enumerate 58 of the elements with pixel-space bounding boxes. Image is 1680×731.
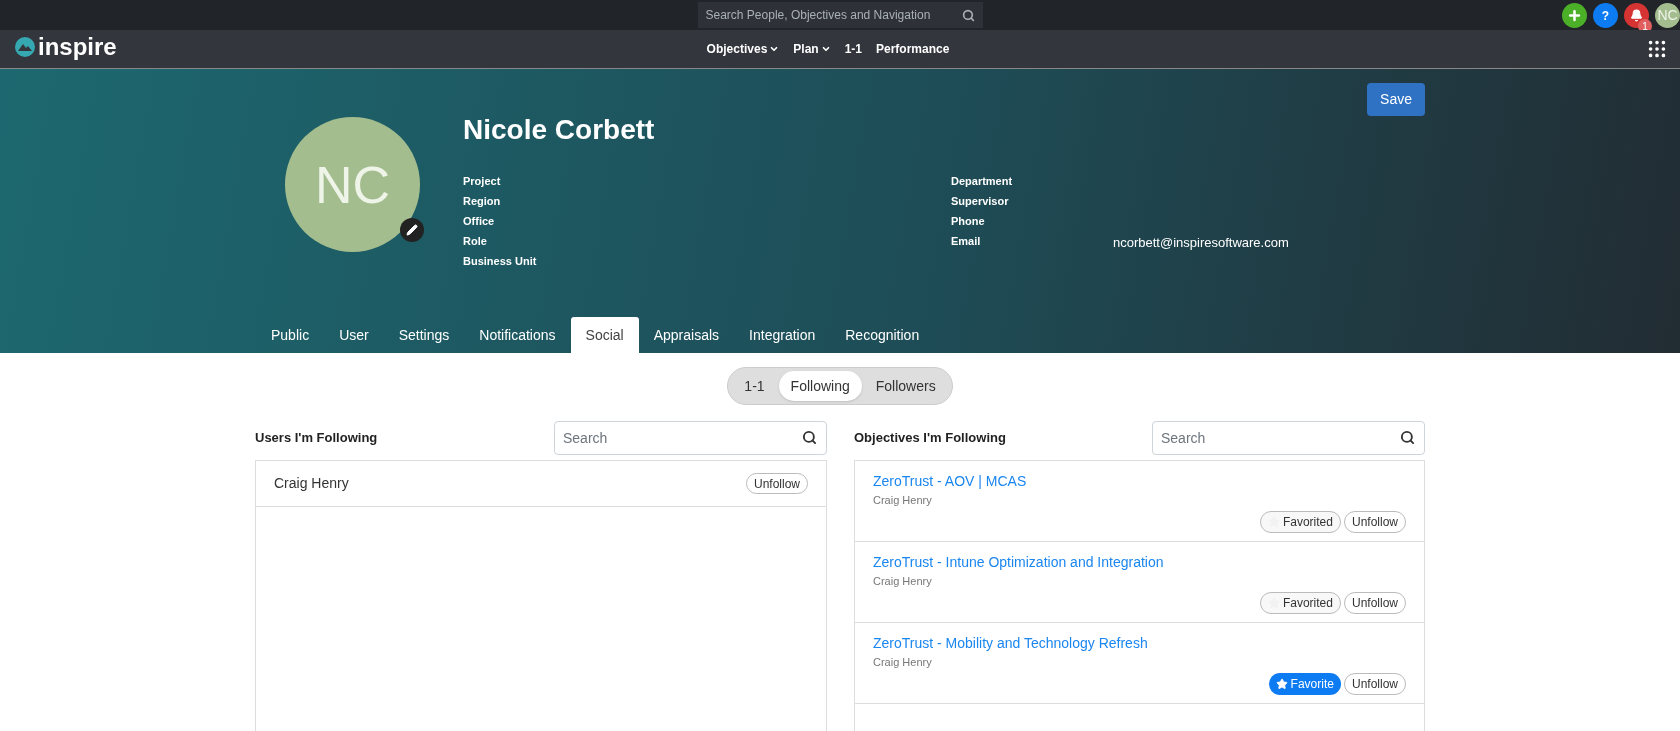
search-icon bbox=[961, 9, 975, 22]
profile-name: Nicole Corbett bbox=[463, 113, 656, 147]
apps-grid-icon[interactable] bbox=[1646, 38, 1668, 60]
section-title: Users I'm Following bbox=[255, 429, 378, 448]
nav-link[interactable]: Performance bbox=[876, 40, 950, 58]
favorite-button[interactable]: Favorited bbox=[1259, 510, 1341, 533]
bell-icon bbox=[1630, 9, 1643, 22]
edit-avatar-button[interactable] bbox=[400, 218, 424, 242]
add-button[interactable] bbox=[1562, 3, 1587, 28]
objective-link[interactable]: ZeroTrust - Mobility and Technology Refresh bbox=[873, 633, 1148, 654]
objective-link[interactable]: ZeroTrust - AOV | MCAS bbox=[873, 471, 1027, 492]
field-value: ncorbett@inspiresoftware.com bbox=[1113, 234, 1289, 252]
tab[interactable]: Recognition bbox=[830, 317, 935, 353]
tab[interactable]: User bbox=[324, 317, 384, 353]
profile-avatar: NC bbox=[285, 117, 420, 252]
owner-name: Craig Henry bbox=[873, 574, 932, 589]
segment-tab[interactable]: Followers bbox=[863, 371, 948, 401]
nav-link[interactable]: 1-1 bbox=[844, 40, 862, 58]
field-label: Department bbox=[951, 174, 1014, 189]
nav-link[interactable]: Plan bbox=[793, 40, 831, 58]
plus-icon bbox=[1567, 8, 1582, 23]
field-label: Office bbox=[463, 214, 496, 229]
help-button[interactable]: ? bbox=[1593, 3, 1618, 28]
field-label: Business Unit bbox=[463, 254, 538, 269]
tab[interactable]: Appraisals bbox=[638, 317, 735, 353]
search-field[interactable]: Search bbox=[554, 421, 827, 455]
favorite-button[interactable]: Favorited bbox=[1259, 591, 1341, 614]
search-field[interactable]: Search bbox=[1152, 421, 1425, 455]
star-icon bbox=[1267, 515, 1280, 528]
tab[interactable]: Integration bbox=[734, 317, 831, 353]
favorite-button[interactable]: Favorite bbox=[1268, 672, 1341, 695]
objective-link[interactable]: ZeroTrust - Intune Optimization and Integration bbox=[873, 552, 1164, 573]
field-label: Phone bbox=[951, 214, 986, 229]
segment-tab[interactable]: Following bbox=[778, 371, 862, 401]
user-name: Craig Henry bbox=[274, 474, 349, 493]
tab[interactable]: Social bbox=[570, 317, 639, 353]
nav-link[interactable]: Objectives bbox=[706, 40, 780, 58]
segment-tab[interactable]: 1-1 bbox=[732, 371, 777, 401]
pencil-icon bbox=[406, 224, 418, 236]
search-field[interactable]: Search People, Objectives and Navigation bbox=[697, 2, 983, 28]
star-icon bbox=[1267, 596, 1280, 609]
tab[interactable]: Public bbox=[256, 317, 325, 353]
save-button[interactable]: Save bbox=[1367, 83, 1425, 116]
owner-name: Craig Henry bbox=[873, 655, 932, 670]
logo[interactable]: inspire bbox=[38, 36, 117, 58]
tab[interactable]: Notifications bbox=[464, 317, 571, 353]
field-label: Email bbox=[951, 234, 982, 249]
owner-name: Craig Henry bbox=[873, 493, 932, 508]
section-title: Objectives I'm Following bbox=[854, 429, 1006, 448]
tab[interactable]: Settings bbox=[383, 317, 465, 353]
search-icon bbox=[1400, 430, 1415, 445]
star-icon bbox=[1275, 677, 1288, 690]
search-icon bbox=[802, 430, 817, 445]
logo-icon bbox=[14, 36, 36, 58]
field-label: Project bbox=[463, 174, 502, 189]
field-label: Role bbox=[463, 234, 488, 249]
field-label: Region bbox=[463, 194, 502, 209]
field-label: Supervisor bbox=[951, 194, 1010, 209]
